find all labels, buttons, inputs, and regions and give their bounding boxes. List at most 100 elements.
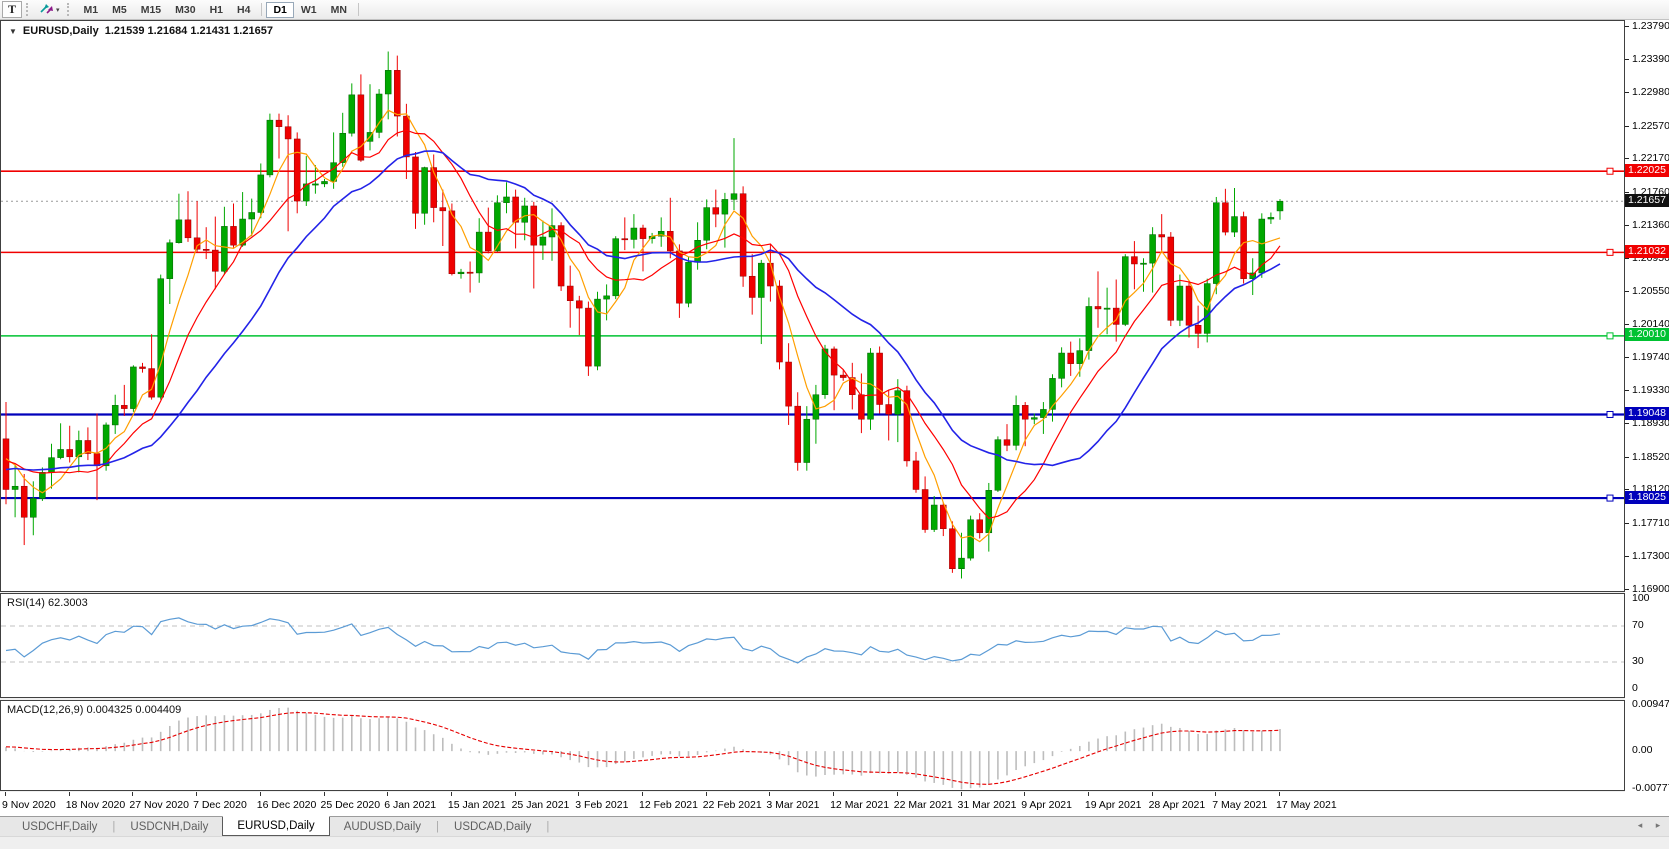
price-tick — [1625, 556, 1629, 557]
level-price-box: 1.22025 — [1625, 164, 1669, 177]
date-tick — [897, 792, 898, 796]
price-axis: 1.237901.233901.229801.225701.221701.217… — [1625, 20, 1669, 792]
toolbar-separator — [358, 3, 359, 16]
chart-title: ▼ EURUSD,Daily 1.21539 1.21684 1.21431 1… — [9, 25, 273, 37]
timeframe-w1[interactable]: W1 — [294, 2, 324, 18]
date-label: 7 Dec 2020 — [193, 799, 247, 811]
level-price-box: 1.19048 — [1625, 407, 1669, 420]
tab-audusd[interactable]: AUDUSD,Daily — [330, 817, 435, 836]
level-price-box: 1.21032 — [1625, 245, 1669, 258]
price-tick — [1625, 390, 1629, 391]
dropdown-caret-icon: ▾ — [56, 6, 60, 14]
price-tick-label: 1.22170 — [1632, 152, 1669, 164]
date-label: 25 Dec 2020 — [321, 799, 381, 811]
rsi-axis-label: 70 — [1632, 619, 1644, 631]
price-tick-label: 1.23790 — [1632, 20, 1669, 32]
price-tick — [1625, 423, 1629, 424]
price-tick — [1625, 258, 1629, 259]
date-tick — [451, 792, 452, 796]
tab-usdcad[interactable]: USDCAD,Daily — [440, 817, 545, 836]
timeframe-m5[interactable]: M5 — [105, 2, 134, 18]
timeframe-m30[interactable]: M30 — [168, 2, 202, 18]
date-tick — [1152, 792, 1153, 796]
date-label: 3 Feb 2021 — [575, 799, 628, 811]
tab-scroll-left-icon[interactable]: ◂ — [1633, 820, 1647, 831]
date-label: 31 Mar 2021 — [958, 799, 1017, 811]
date-tick — [387, 792, 388, 796]
price-tick-label: 1.22570 — [1632, 120, 1669, 132]
date-label: 25 Jan 2021 — [512, 799, 570, 811]
price-tick — [1625, 59, 1629, 60]
timeframe-m15[interactable]: M15 — [134, 2, 168, 18]
date-label: 22 Feb 2021 — [703, 799, 762, 811]
macd-chart — [1, 701, 1624, 790]
date-label: 3 Mar 2021 — [766, 799, 819, 811]
timeframe-d1[interactable]: D1 — [266, 2, 293, 18]
toolbar-grip — [26, 3, 32, 16]
price-tick-label: 1.19330 — [1632, 384, 1669, 396]
price-tick — [1625, 589, 1629, 590]
tab-usdchf[interactable]: USDCHF,Daily — [8, 817, 111, 836]
date-tick — [69, 792, 70, 796]
date-tick — [642, 792, 643, 796]
price-tick-label: 1.17710 — [1632, 517, 1669, 529]
price-tick — [1625, 357, 1629, 358]
date-label: 22 Mar 2021 — [894, 799, 953, 811]
price-tick — [1625, 158, 1629, 159]
date-label: 28 Apr 2021 — [1149, 799, 1206, 811]
price-tick — [1625, 192, 1629, 193]
current-price-box: 1.21657 — [1625, 194, 1669, 207]
date-tick — [1024, 792, 1025, 796]
date-tick — [5, 792, 6, 796]
price-tick — [1625, 26, 1629, 27]
time-axis: 9 Nov 202018 Nov 202027 Nov 20207 Dec 20… — [0, 792, 1669, 816]
timeframe-h1[interactable]: H1 — [203, 2, 230, 18]
price-tick — [1625, 523, 1629, 524]
rsi-label: RSI(14) 62.3003 — [7, 597, 88, 609]
date-label: 7 May 2021 — [1212, 799, 1267, 811]
date-tick — [1215, 792, 1216, 796]
chart-symbol-period: EURUSD,Daily — [23, 25, 99, 37]
date-label: 12 Feb 2021 — [639, 799, 698, 811]
date-tick — [769, 792, 770, 796]
macd-panel: MACD(12,26,9) 0.004325 0.004409 — [0, 700, 1625, 791]
rsi-axis-label: 30 — [1632, 655, 1644, 667]
toolbar-separator — [261, 3, 262, 16]
price-tick — [1625, 457, 1629, 458]
macd-axis-label: 0.00 — [1632, 744, 1652, 756]
date-label: 9 Apr 2021 — [1021, 799, 1072, 811]
text-tool-button[interactable]: T — [2, 1, 22, 18]
timeframe-h4[interactable]: H4 — [230, 2, 257, 18]
price-tick-label: 1.17300 — [1632, 550, 1669, 562]
macd-label: MACD(12,26,9) 0.004325 0.004409 — [7, 704, 181, 716]
date-tick — [324, 792, 325, 796]
candlestick-chart — [1, 21, 1624, 591]
price-tick — [1625, 92, 1629, 93]
tab-usdcnh[interactable]: USDCNH,Daily — [116, 817, 222, 836]
date-tick — [578, 792, 579, 796]
timeframe-m1[interactable]: M1 — [77, 2, 106, 18]
date-tick — [961, 792, 962, 796]
date-label: 12 Mar 2021 — [830, 799, 889, 811]
price-tick-label: 1.18520 — [1632, 451, 1669, 463]
toolbar: T ▾ M1 M5 M15 M30 H1 H4 D1 W1 MN — [0, 0, 1669, 20]
timeframe-mn[interactable]: MN — [324, 2, 354, 18]
price-tick — [1625, 291, 1629, 292]
rsi-panel: RSI(14) 62.3003 — [0, 593, 1625, 698]
chart-tab-bar: USDCHF,Daily | USDCNH,Daily EURUSD,Daily… — [0, 816, 1669, 836]
rsi-chart — [1, 594, 1624, 697]
tab-eurusd[interactable]: EURUSD,Daily — [222, 816, 329, 836]
status-bar — [0, 836, 1669, 849]
date-label: 16 Dec 2020 — [257, 799, 317, 811]
main-chart-panel: ▼ EURUSD,Daily 1.21539 1.21684 1.21431 1… — [0, 20, 1625, 592]
tab-separator: | — [545, 817, 550, 836]
price-tick-label: 1.22980 — [1632, 86, 1669, 98]
tab-scroll-right-icon[interactable]: ▸ — [1651, 820, 1665, 831]
chart-collapse-icon[interactable]: ▼ — [9, 27, 17, 36]
date-tick — [196, 792, 197, 796]
price-tick — [1625, 225, 1629, 226]
date-tick — [706, 792, 707, 796]
date-label: 9 Nov 2020 — [2, 799, 56, 811]
date-tick — [132, 792, 133, 796]
cursor-tool-button[interactable]: ▾ — [36, 1, 63, 18]
